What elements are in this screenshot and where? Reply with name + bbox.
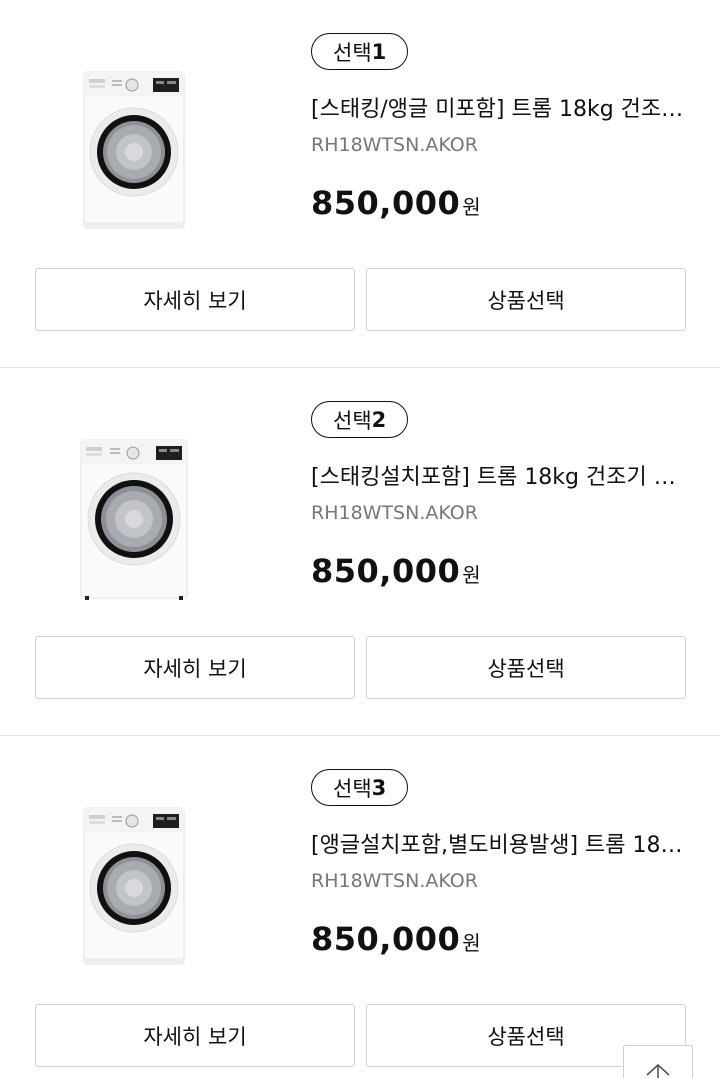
- model-code: RH18WTSN.AKOR: [311, 502, 478, 524]
- product-card: 선택 2 [스태킹설치포함] 트롬 18kg 건조기 화이트 RH18WTSN.A…: [0, 368, 720, 736]
- price-amount: 850,000: [311, 184, 461, 222]
- price-amount: 850,000: [311, 552, 461, 590]
- product-image-dryer[interactable]: [70, 66, 198, 234]
- product-list-page: 선택1 [스태킹/앵글 미포함] 트롬 18kg 건조기 화이트 RH18WTS…: [0, 0, 720, 1078]
- product-image-dryer[interactable]: [70, 802, 198, 970]
- view-details-button[interactable]: 자세히 보기: [35, 268, 355, 331]
- dryer-icon: [83, 71, 185, 229]
- price-currency: 원: [462, 563, 481, 587]
- choice-label: 선택: [333, 408, 372, 433]
- price-currency: 원: [462, 931, 481, 955]
- view-details-button[interactable]: 자세히 보기: [35, 636, 355, 699]
- product-card: 선택3 [앵글설치포함,별도비용발생] 트롬 18kg 건조기 화이트 RH18…: [0, 736, 720, 1078]
- choice-badge: 선택 1: [311, 33, 409, 70]
- price-amount: 850,000: [311, 920, 461, 958]
- price: 850,000 원: [311, 920, 481, 958]
- select-product-button[interactable]: 상품선택: [366, 636, 686, 699]
- price: 850,000 원: [311, 552, 481, 590]
- product-card: 선택1 [스태킹/앵글 미포함] 트롬 18kg 건조기 화이트 RH18WTS…: [0, 0, 720, 368]
- price-currency: 원: [462, 195, 481, 219]
- product-name[interactable]: [스태킹/앵글 미포함] 트롬 18kg 건조기 화이트: [311, 94, 687, 126]
- product-name[interactable]: [스태킹설치포함] 트롬 18kg 건조기 화이트: [311, 462, 687, 494]
- choice-number: 2: [371, 407, 387, 432]
- dryer-icon: [80, 439, 188, 600]
- dryer-icon: [83, 807, 185, 965]
- choice-number: 3: [371, 775, 387, 800]
- product-image-dryer[interactable]: [70, 434, 198, 602]
- scroll-to-top-button[interactable]: [623, 1045, 693, 1078]
- product-name[interactable]: [앵글설치포함,별도비용발생] 트롬 18kg 건조기 화이트: [311, 830, 687, 862]
- choice-label: 선택: [333, 40, 372, 65]
- choice-number: 1: [371, 39, 387, 64]
- view-details-button[interactable]: 자세히 보기: [35, 1004, 355, 1067]
- choice-badge: 선택 2: [311, 401, 409, 438]
- model-code: RH18WTSN.AKOR: [311, 134, 478, 156]
- choice-badge: 선택 3: [311, 769, 409, 806]
- select-product-button[interactable]: 상품선택: [366, 268, 686, 331]
- choice-label: 선택: [333, 776, 372, 801]
- arrow-up-icon: [646, 1063, 670, 1078]
- price: 850,000 원: [311, 184, 481, 222]
- model-code: RH18WTSN.AKOR: [311, 870, 478, 892]
